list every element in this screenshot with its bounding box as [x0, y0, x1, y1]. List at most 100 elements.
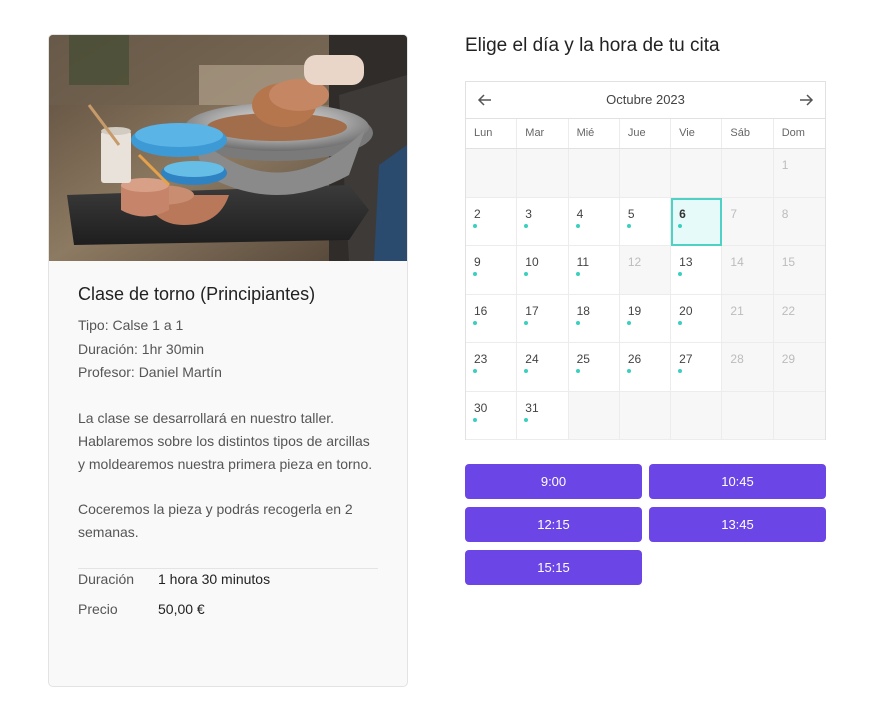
calendar-day-2[interactable]: 2 — [466, 197, 518, 246]
calendar-day-number: 20 — [679, 303, 693, 318]
calendar-day-5[interactable]: 5 — [619, 197, 672, 246]
calendar-day-number: 17 — [525, 303, 539, 318]
calendar-day-28: 28 — [722, 343, 774, 392]
time-slot-button[interactable]: 13:45 — [649, 507, 826, 542]
weekday-sun: Dom — [781, 127, 805, 139]
class-type: Tipo: Calse 1 a 1 — [78, 317, 184, 333]
calendar-day-15: 15 — [773, 246, 825, 295]
calendar: Octubre 2023 Lun Mar Mié Jue Vie Sáb Dom… — [465, 81, 826, 440]
time-slot-button[interactable]: 15:15 — [465, 550, 642, 585]
class-details: Clase de torno (Principiantes) Tipo: Cal… — [78, 283, 378, 619]
calendar-day-13[interactable]: 13 — [671, 246, 723, 295]
time-slot-button[interactable]: 10:45 — [649, 464, 826, 499]
calendar-day-number: 30 — [474, 400, 488, 415]
calendar-day-10[interactable]: 10 — [517, 246, 569, 295]
calendar-day-26[interactable]: 26 — [619, 343, 672, 392]
calendar-day-27[interactable]: 27 — [671, 343, 723, 392]
calendar-day-25[interactable]: 25 — [568, 343, 620, 392]
time-slot-button[interactable]: 9:00 — [465, 464, 642, 499]
availability-dot — [575, 223, 580, 228]
calendar-day-4[interactable]: 4 — [568, 197, 620, 246]
calendar-day-number: 6 — [679, 206, 686, 221]
calendar-day-number: 26 — [627, 352, 642, 366]
calendar-day-number: 5 — [627, 206, 635, 221]
calendar-day-number: 21 — [730, 303, 744, 318]
availability-dot — [575, 272, 580, 276]
calendar-day-1: 1 — [773, 149, 825, 198]
availability-dot — [524, 320, 529, 325]
calendar-day-number: 3 — [525, 206, 532, 221]
calendar-day-number: 15 — [781, 255, 796, 269]
calendar-day-16[interactable]: 16 — [466, 294, 518, 343]
arrow-right-icon[interactable] — [797, 91, 815, 109]
calendar-day-7: 7 — [722, 197, 774, 246]
calendar-empty-cell — [671, 391, 723, 440]
calendar-empty-cell — [517, 149, 569, 198]
calendar-header: Octubre 2023 — [466, 82, 825, 119]
calendar-day-number: 11 — [576, 255, 590, 269]
calendar-empty-cell — [722, 391, 774, 440]
availability-dot — [575, 369, 580, 373]
calendar-day-number: 29 — [781, 352, 796, 366]
calendar-day-24[interactable]: 24 — [517, 343, 569, 392]
availability-dot — [678, 223, 683, 228]
calendar-day-30[interactable]: 30 — [466, 391, 518, 440]
calendar-day-number: 28 — [730, 352, 744, 366]
availability-dot — [524, 272, 529, 276]
calendar-day-19[interactable]: 19 — [619, 294, 672, 343]
calendar-empty-cell — [671, 149, 723, 198]
calendar-day-3[interactable]: 3 — [517, 197, 569, 246]
calendar-day-31[interactable]: 31 — [517, 391, 569, 440]
time-slots: 9:00 10:45 12:15 13:45 15:15 — [465, 464, 826, 585]
availability-dot — [626, 369, 631, 373]
calendar-day-number: 14 — [730, 255, 744, 269]
calendar-day-9[interactable]: 9 — [466, 246, 518, 295]
calendar-day-21: 21 — [722, 294, 774, 343]
calendar-day-number: 7 — [730, 206, 738, 221]
availability-dot — [473, 369, 477, 373]
calendar-empty-cell — [466, 149, 518, 198]
calendar-day-8: 8 — [773, 197, 825, 246]
summary-price-row: Precio 50,00 € — [78, 599, 378, 619]
class-card: Clase de torno (Principiantes) Tipo: Cal… — [48, 34, 408, 687]
calendar-day-number: 12 — [627, 255, 642, 269]
calendar-day-20[interactable]: 20 — [671, 294, 723, 343]
calendar-day-11[interactable]: 11 — [568, 246, 620, 295]
calendar-month-label: Octubre 2023 — [606, 92, 685, 107]
weekday-header: Lun Mar Mié Jue Vie Sáb Dom — [466, 119, 825, 149]
calendar-day-17[interactable]: 17 — [517, 294, 569, 343]
class-duration: Duración: 1hr 30min — [78, 340, 205, 357]
calendar-day-number: 19 — [627, 303, 642, 318]
calendar-day-18[interactable]: 18 — [568, 294, 620, 343]
summary-price-value: 50,00 € — [158, 600, 205, 617]
availability-dot — [524, 417, 529, 422]
calendar-day-14: 14 — [722, 246, 774, 295]
weekday-fri: Vie — [671, 119, 723, 148]
calendar-day-number: 22 — [781, 303, 796, 318]
calendar-empty-cell — [722, 149, 774, 198]
weekday-mon: Lun — [466, 119, 518, 148]
calendar-empty-cell — [568, 391, 620, 440]
availability-dot — [678, 272, 683, 276]
booking-title: Elige el día y la hora de tu cita — [465, 35, 720, 56]
summary-duration-value: 1 hora 30 minutos — [158, 570, 271, 587]
calendar-day-number: 25 — [576, 352, 590, 366]
calendar-day-number: 2 — [474, 206, 481, 221]
calendar-day-23[interactable]: 23 — [466, 343, 518, 392]
calendar-day-number: 8 — [781, 206, 789, 221]
summary-duration-label: Duración — [78, 570, 135, 587]
calendar-day-6[interactable]: 6 — [671, 197, 723, 246]
weekday-wed: Mié — [569, 119, 620, 148]
availability-dot — [626, 320, 631, 325]
time-slot-button[interactable]: 12:15 — [465, 507, 642, 542]
calendar-day-number: 4 — [576, 206, 584, 221]
class-teacher: Profesor: Daniel Martín — [78, 364, 222, 380]
weekday-thu: Jue — [620, 119, 672, 148]
availability-dot — [678, 369, 683, 373]
availability-dot — [524, 223, 529, 228]
availability-dot — [473, 223, 477, 228]
calendar-grid: 1 2 3 4 5 6 7 8 9 10 11 12 13 14 15 16 17 18 19 20 21 22 23 24 2… — [466, 149, 825, 440]
calendar-day-12: 12 — [619, 246, 672, 295]
calendar-day-number: 16 — [474, 303, 488, 318]
availability-dot — [473, 417, 477, 422]
